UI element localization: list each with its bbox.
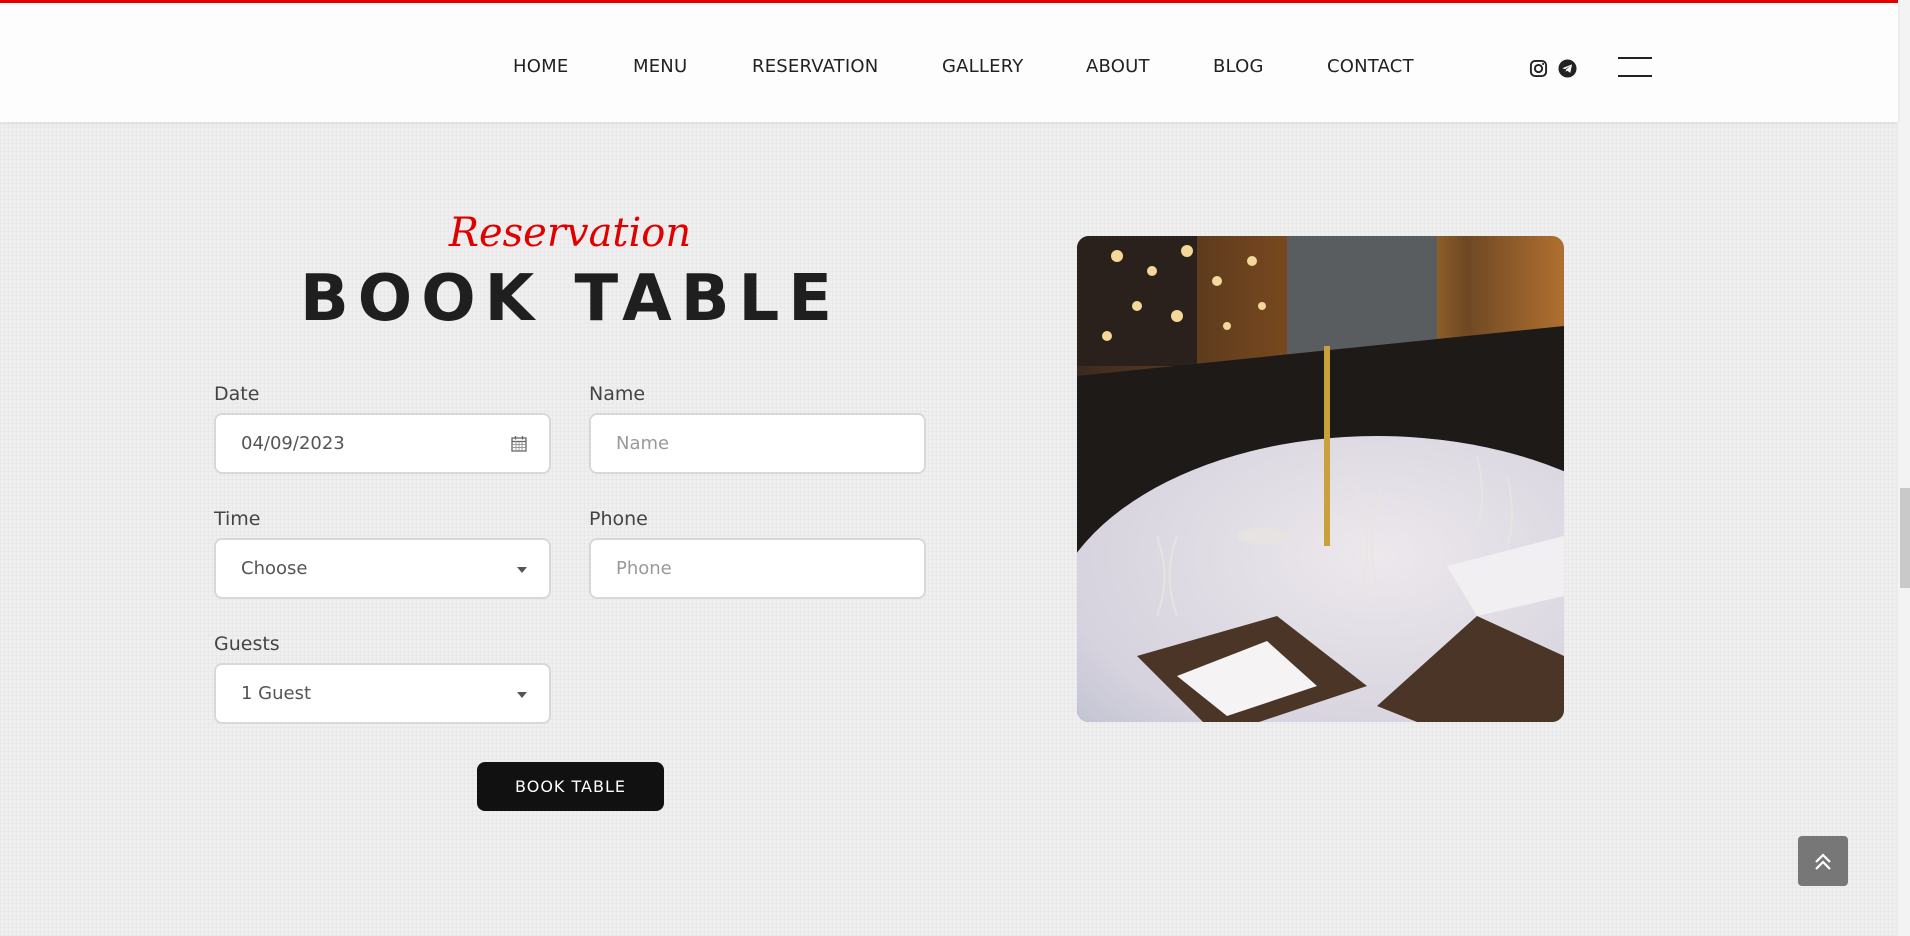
page-title: BOOK TABLE (300, 262, 841, 336)
site-header: HOME MENU RESERVATION GALLERY ABOUT BLOG… (0, 0, 1898, 122)
hamburger-menu-icon[interactable] (1618, 57, 1652, 79)
instagram-icon[interactable] (1529, 59, 1548, 78)
time-label: Time (214, 508, 261, 530)
nav-gallery[interactable]: GALLERY (942, 56, 1023, 77)
nav-home[interactable]: HOME (513, 56, 568, 77)
restaurant-table-photo (1077, 236, 1564, 722)
guests-value: 1 Guest (241, 683, 312, 704)
nav-reservation[interactable]: RESERVATION (752, 56, 878, 77)
time-value: Choose (241, 558, 308, 579)
guests-label: Guests (214, 633, 280, 655)
phone-input[interactable]: Phone (589, 538, 926, 599)
phone-placeholder: Phone (616, 558, 672, 579)
nav-blog[interactable]: BLOG (1213, 56, 1264, 77)
time-select[interactable]: Choose (214, 538, 551, 599)
double-chevron-up-icon (1815, 853, 1831, 870)
phone-label: Phone (589, 508, 648, 530)
scroll-to-top-button[interactable] (1798, 836, 1848, 886)
telegram-icon[interactable] (1558, 59, 1577, 78)
date-value: 04/09/2023 (241, 433, 345, 454)
name-label: Name (589, 383, 646, 405)
chevron-down-icon (517, 567, 527, 573)
name-placeholder: Name (616, 433, 670, 454)
guests-select[interactable]: 1 Guest (214, 663, 551, 724)
scrollbar-track (1898, 0, 1910, 936)
nav-menu[interactable]: MENU (633, 56, 687, 77)
scrollbar-thumb[interactable] (1900, 488, 1910, 588)
name-input[interactable]: Name (589, 413, 926, 474)
nav-about[interactable]: ABOUT (1086, 56, 1150, 77)
book-table-button[interactable]: BOOK TABLE (477, 762, 664, 811)
chevron-down-icon (517, 692, 527, 698)
date-label: Date (214, 383, 260, 405)
section-eyebrow: Reservation (448, 210, 692, 256)
date-input[interactable]: 04/09/2023 (214, 413, 551, 474)
calendar-icon (511, 436, 527, 452)
nav-contact[interactable]: CONTACT (1327, 56, 1414, 77)
